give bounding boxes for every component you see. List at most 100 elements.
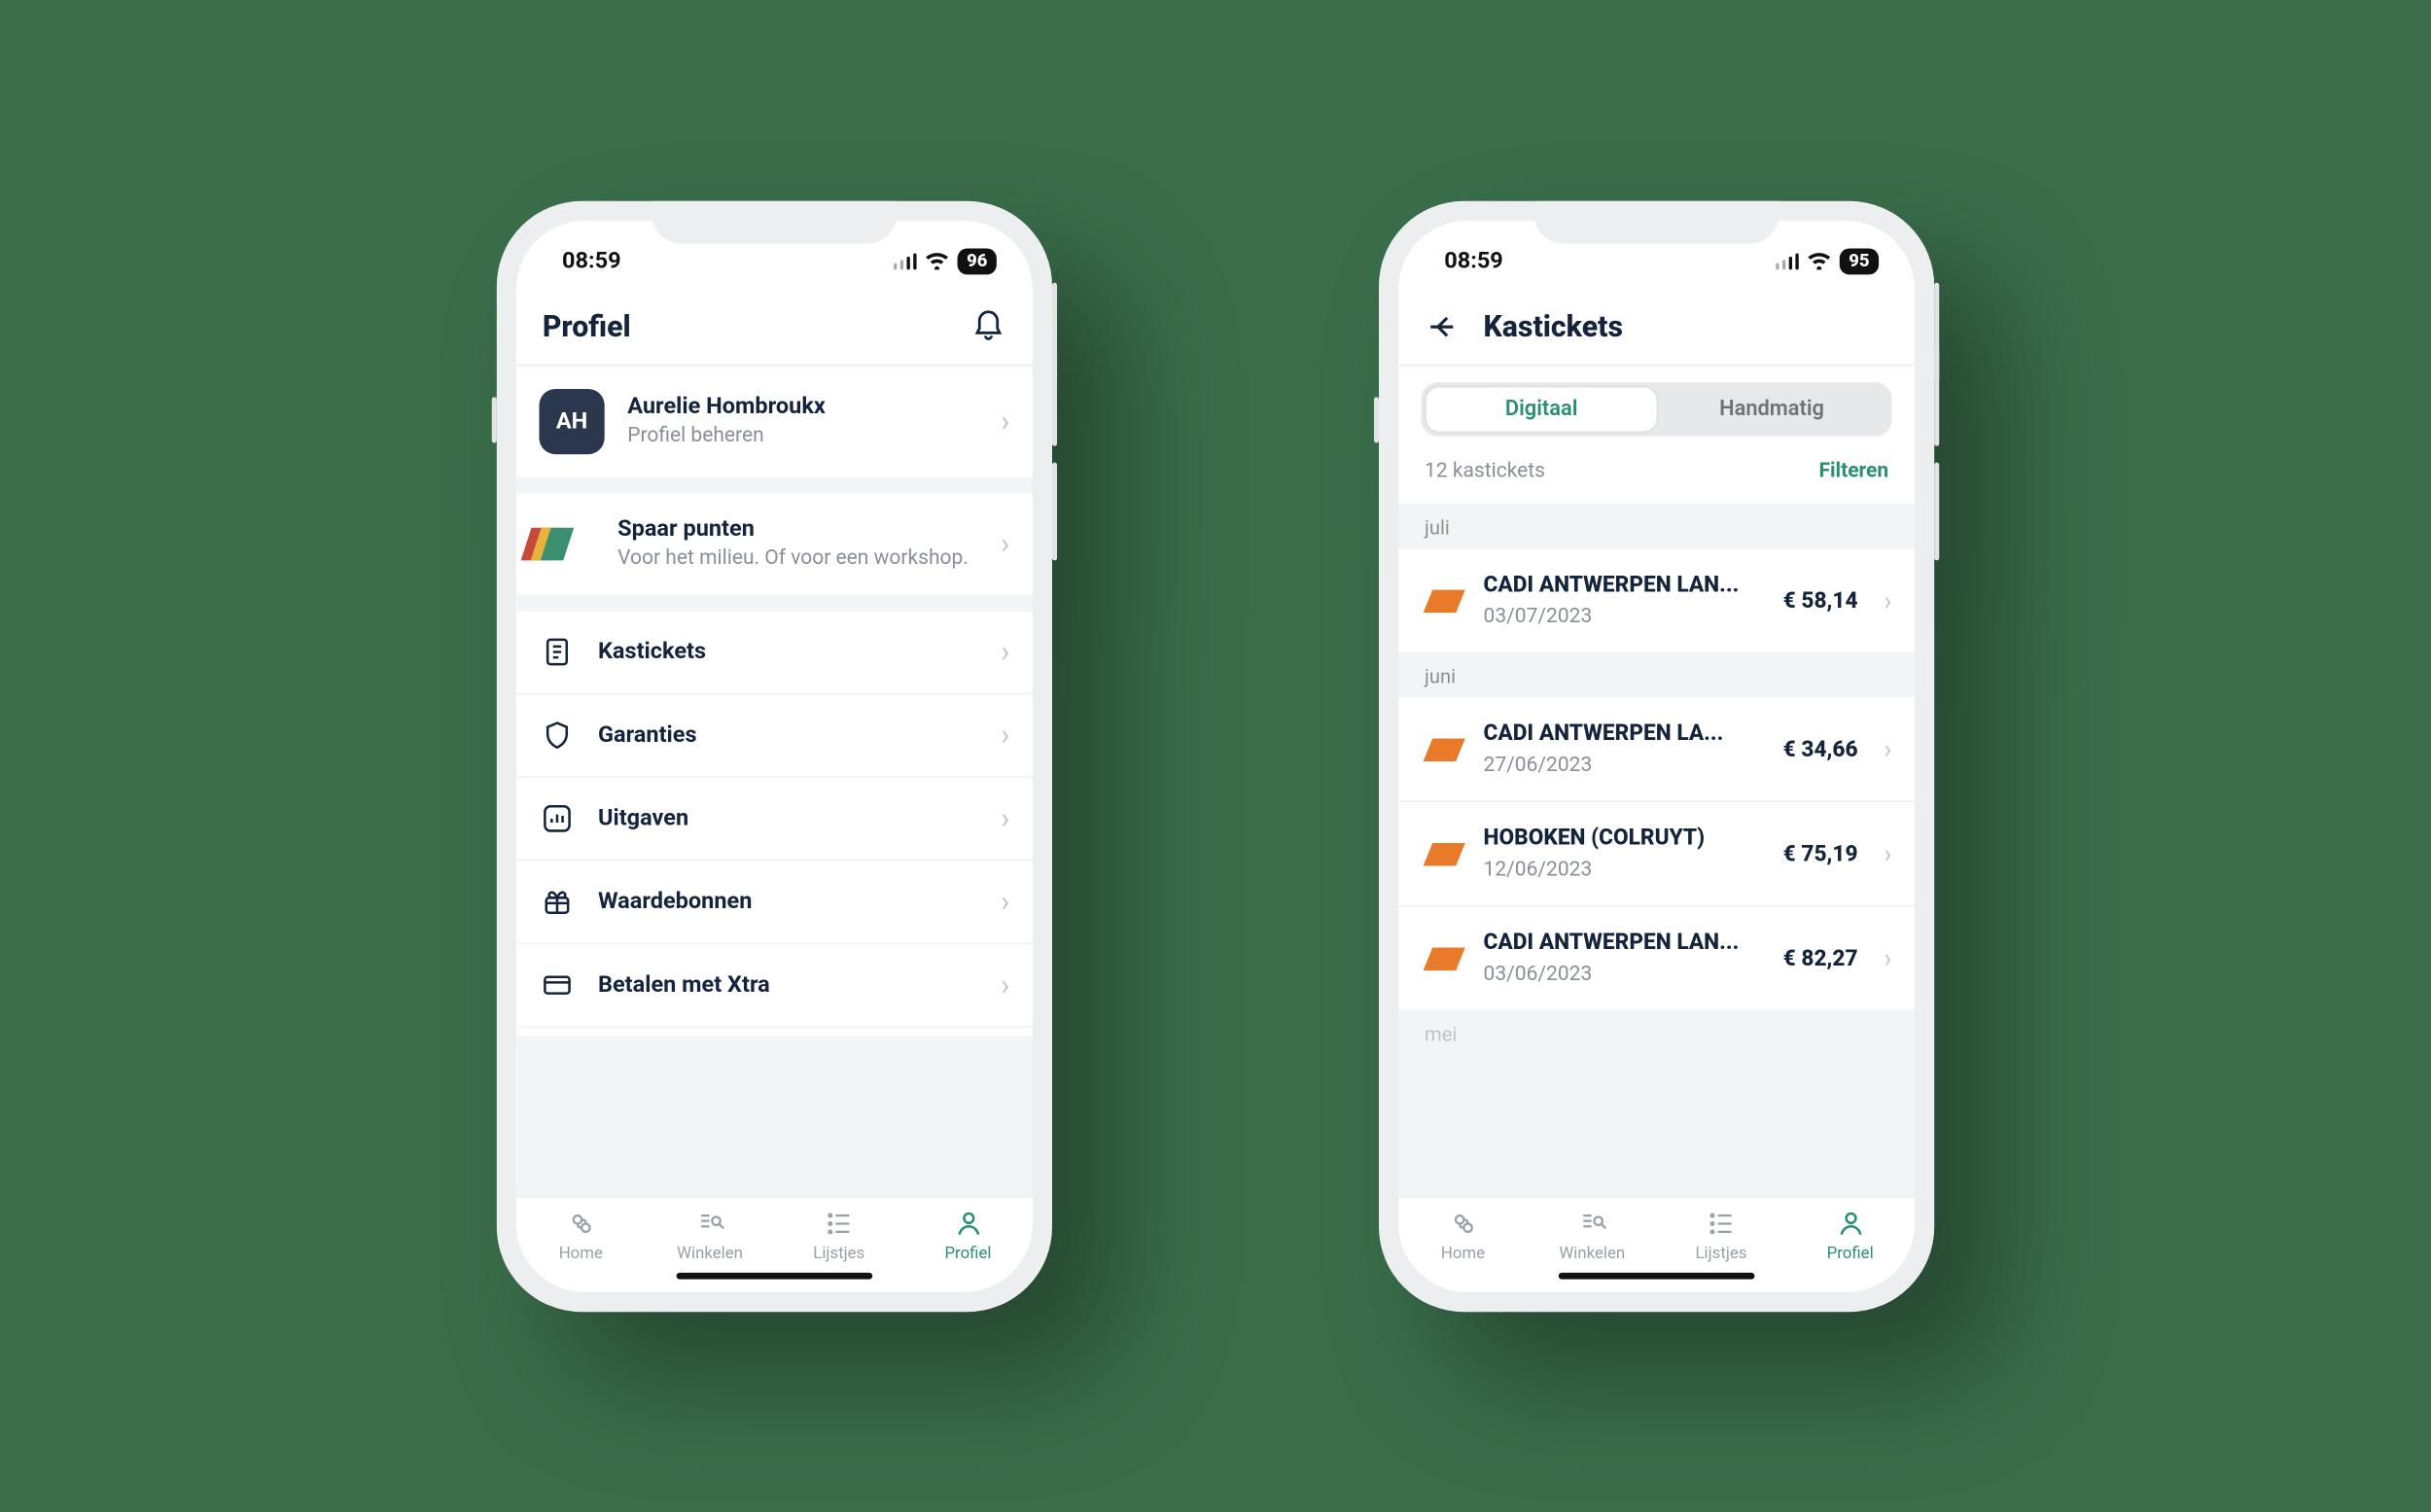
seg-handmatig[interactable]: Handmatig xyxy=(1657,387,1887,431)
tab-label: Lijstjes xyxy=(1696,1245,1747,1262)
profile-subtitle: Profiel beheren xyxy=(627,423,978,449)
wifi-icon xyxy=(1807,251,1831,270)
brand-logo-icon xyxy=(1424,737,1465,760)
tab-home[interactable]: Home xyxy=(1398,1207,1528,1262)
menu-label: Waardebonnen xyxy=(598,889,978,915)
cellular-signal-icon xyxy=(1775,253,1798,269)
tab-bar: Home Winkelen Lijstjes Profiel xyxy=(1398,1195,1915,1265)
list-meta: 12 kastickets Filteren xyxy=(1398,436,1915,503)
phone-notch xyxy=(1534,200,1779,243)
section-juli: juli xyxy=(1398,503,1915,548)
home-icon xyxy=(1447,1207,1480,1240)
tab-winkelen[interactable]: Winkelen xyxy=(1528,1207,1657,1262)
receipt-store: HOBOKEN (COLRUYT) xyxy=(1484,825,1761,851)
menu-betalen-xtra[interactable]: Betalen met Xtra › xyxy=(516,942,1033,1026)
shield-icon xyxy=(539,718,575,754)
battery-level: 96 xyxy=(958,248,997,274)
notifications-bell-icon[interactable] xyxy=(970,308,1006,344)
menu-label: Uitgaven xyxy=(598,805,978,831)
receipt-amount: € 75,19 xyxy=(1783,840,1858,866)
page-title: Profiel xyxy=(543,309,631,343)
chevron-right-icon: › xyxy=(1001,967,1009,1002)
phone-mockup-profile: 08:59 96 Profiel xyxy=(497,200,1052,1311)
battery-level: 95 xyxy=(1840,248,1879,274)
person-icon xyxy=(1834,1207,1867,1240)
menu-garanties[interactable]: Garanties › xyxy=(516,692,1033,776)
back-arrow-icon[interactable] xyxy=(1425,308,1461,344)
tab-profiel[interactable]: Profiel xyxy=(903,1207,1033,1262)
points-subtitle: Voor het milieu. Of voor een workshop. xyxy=(617,545,978,572)
points-row[interactable]: Spaar punten Voor het milieu. Of voor ee… xyxy=(516,493,1033,595)
list-icon xyxy=(1705,1207,1738,1240)
receipt-row[interactable]: CADI ANTWERPEN LA... 27/06/2023 € 34,66 … xyxy=(1398,697,1915,800)
receipt-icon xyxy=(539,634,575,670)
brand-logo-icon xyxy=(1424,588,1465,612)
receipt-amount: € 82,27 xyxy=(1783,945,1858,971)
receipt-row[interactable]: CADI ANTWERPEN LAN... 03/06/2023 € 82,27… xyxy=(1398,904,1915,1009)
tab-label: Profiel xyxy=(1827,1245,1874,1262)
wifi-icon xyxy=(925,251,949,270)
page-title: Kastickets xyxy=(1484,309,1623,343)
menu-waardebonnen[interactable]: Waardebonnen › xyxy=(516,860,1033,943)
profile-name: Aurelie Hombroukx xyxy=(627,393,978,419)
points-title: Spaar punten xyxy=(617,516,978,543)
receipt-date: 03/06/2023 xyxy=(1484,962,1761,986)
tab-profiel[interactable]: Profiel xyxy=(1785,1207,1915,1262)
chevron-right-icon: › xyxy=(1884,733,1891,764)
page-header: Kastickets xyxy=(1398,292,1915,366)
list-icon xyxy=(823,1207,856,1240)
tab-label: Lijstjes xyxy=(813,1245,864,1262)
filter-button[interactable]: Filteren xyxy=(1818,459,1888,483)
home-icon xyxy=(565,1207,598,1240)
menu-uitgaven[interactable]: Uitgaven › xyxy=(516,776,1033,860)
status-time: 08:59 xyxy=(1444,248,1503,274)
chevron-right-icon: › xyxy=(1884,942,1891,973)
tab-label: Winkelen xyxy=(677,1245,743,1262)
home-indicator xyxy=(516,1266,1033,1292)
receipt-row[interactable]: HOBOKEN (COLRUYT) 12/06/2023 € 75,19 › xyxy=(1398,800,1915,905)
brand-logo-icon xyxy=(1424,946,1465,969)
chevron-right-icon: › xyxy=(1884,837,1891,868)
chevron-right-icon: › xyxy=(1884,584,1891,615)
menu-label: Betalen met Xtra xyxy=(598,972,978,999)
tab-label: Winkelen xyxy=(1559,1245,1625,1262)
section-juni: juni xyxy=(1398,651,1915,697)
receipt-store: CADI ANTWERPEN LA... xyxy=(1484,721,1761,747)
receipt-store: CADI ANTWERPEN LAN... xyxy=(1484,930,1761,956)
chevron-right-icon: › xyxy=(1001,404,1009,438)
cellular-signal-icon xyxy=(893,253,916,269)
tab-home[interactable]: Home xyxy=(516,1207,646,1262)
search-list-icon xyxy=(693,1207,726,1240)
receipt-date: 03/07/2023 xyxy=(1484,604,1761,628)
page-header: Profiel xyxy=(516,292,1033,366)
tab-bar: Home Winkelen Lijstjes Profiel xyxy=(516,1195,1033,1265)
search-list-icon xyxy=(1575,1207,1608,1240)
home-indicator xyxy=(1398,1266,1915,1292)
person-icon xyxy=(952,1207,985,1240)
menu-kastickets[interactable]: Kastickets › xyxy=(516,611,1033,692)
chart-icon xyxy=(539,800,575,836)
receipts-count: 12 kastickets xyxy=(1425,459,1545,483)
avatar: AH xyxy=(539,389,604,454)
profile-row[interactable]: AH Aurelie Hombroukx Profiel beheren › xyxy=(516,366,1033,476)
receipt-store: CADI ANTWERPEN LAN... xyxy=(1484,572,1761,598)
receipt-date: 12/06/2023 xyxy=(1484,858,1761,882)
tab-label: Home xyxy=(1441,1245,1485,1262)
chevron-right-icon: › xyxy=(1001,801,1009,835)
seg-digitaal[interactable]: Digitaal xyxy=(1427,387,1657,431)
gift-icon xyxy=(539,884,575,920)
menu-label: Kastickets xyxy=(598,639,978,665)
segmented-control: Digitaal Handmatig xyxy=(1422,382,1892,436)
receipt-amount: € 58,14 xyxy=(1783,587,1858,614)
chevron-right-icon: › xyxy=(1001,635,1009,669)
section-mei: mei xyxy=(1398,1009,1915,1045)
tab-lijstjes[interactable]: Lijstjes xyxy=(774,1207,903,1262)
tab-lijstjes[interactable]: Lijstjes xyxy=(1657,1207,1786,1262)
chevron-right-icon: › xyxy=(1001,718,1009,752)
tab-label: Profiel xyxy=(944,1245,991,1262)
card-icon xyxy=(539,967,575,1003)
brand-logo-icon xyxy=(1424,842,1465,865)
phone-notch xyxy=(652,200,897,243)
receipt-row[interactable]: CADI ANTWERPEN LAN... 03/07/2023 € 58,14… xyxy=(1398,548,1915,651)
tab-winkelen[interactable]: Winkelen xyxy=(646,1207,775,1262)
